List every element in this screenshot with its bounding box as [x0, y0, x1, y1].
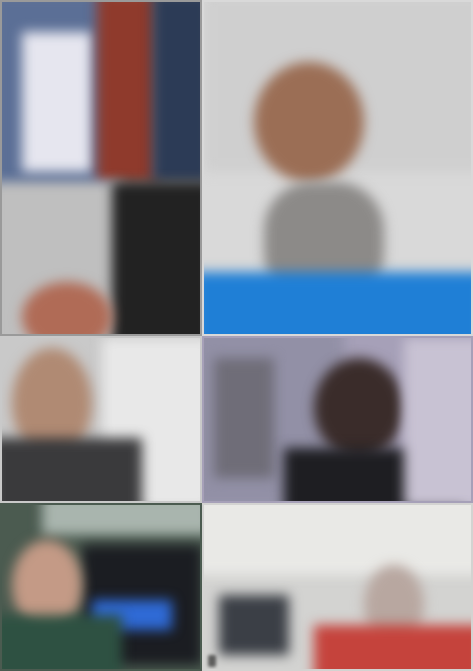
video-tile-4[interactable] — [202, 336, 473, 503]
video-gallery — [0, 0, 473, 671]
video-tile-1[interactable] — [0, 0, 202, 336]
video-tile-6[interactable] — [202, 503, 473, 671]
video-tile-2[interactable] — [202, 0, 473, 336]
participant-name-tag — [208, 655, 216, 667]
video-tile-3[interactable] — [0, 336, 202, 503]
video-tile-5[interactable] — [0, 503, 202, 671]
